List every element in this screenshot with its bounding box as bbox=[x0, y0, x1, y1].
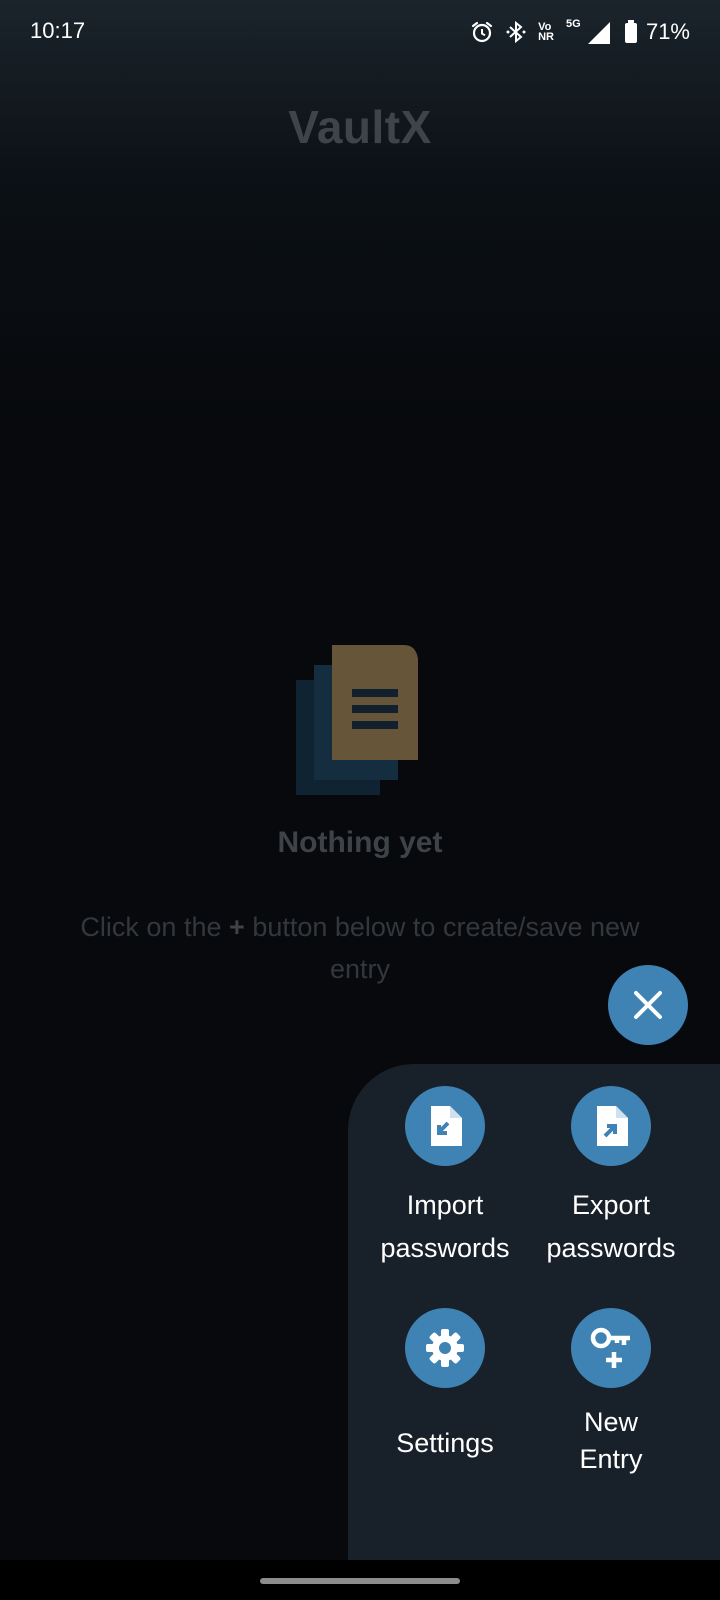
status-time: 10:17 bbox=[30, 18, 86, 43]
empty-title: Nothing yet bbox=[277, 826, 443, 859]
screen: 10:17 Vo NR 5G 71% VaultX Nothing yet Cl… bbox=[0, 0, 720, 1600]
export-button-circle[interactable] bbox=[571, 1086, 651, 1166]
import-button-circle[interactable] bbox=[405, 1086, 485, 1166]
import-passwords-button[interactable]: Import passwords bbox=[360, 1086, 530, 1270]
plus-icon: + bbox=[229, 912, 245, 942]
app-title: VaultX bbox=[288, 101, 432, 153]
volte-icon: Vo NR bbox=[538, 22, 554, 43]
home-gesture-handle[interactable] bbox=[260, 1578, 460, 1584]
status-bar: 10:17 Vo NR 5G 71% bbox=[0, 0, 720, 64]
close-icon bbox=[634, 991, 662, 1019]
navigation-bar bbox=[0, 1560, 720, 1600]
import-passwords-label: Import passwords bbox=[380, 1190, 510, 1263]
action-menu-panel: Import passwords Export passwords Settin… bbox=[348, 1064, 720, 1560]
export-passwords-label: Export passwords bbox=[546, 1190, 676, 1263]
new-entry-label: New Entry bbox=[579, 1407, 643, 1474]
new-entry-button[interactable]: New Entry bbox=[526, 1308, 696, 1478]
network-bottom-label: NR bbox=[538, 31, 554, 43]
gear-icon bbox=[426, 1329, 464, 1367]
bluetooth-icon bbox=[506, 20, 526, 44]
empty-hint-after: button below to create/save new entry bbox=[252, 912, 640, 984]
close-menu-button[interactable] bbox=[608, 965, 688, 1045]
file-import-icon bbox=[431, 1106, 462, 1146]
signal-icon: 5G bbox=[566, 17, 612, 47]
alarm-icon bbox=[471, 21, 493, 43]
settings-button-circle[interactable] bbox=[405, 1308, 485, 1388]
new-entry-button-circle[interactable] bbox=[571, 1308, 651, 1388]
file-export-icon bbox=[597, 1106, 628, 1146]
battery-percent: 71% bbox=[645, 19, 690, 44]
empty-hint: Click on the + button below to create/sa… bbox=[60, 906, 660, 990]
empty-hint-before: Click on the bbox=[80, 912, 222, 942]
settings-label: Settings bbox=[396, 1428, 494, 1458]
empty-documents-icon bbox=[296, 645, 418, 795]
settings-button[interactable]: Settings bbox=[360, 1308, 530, 1465]
battery-icon bbox=[624, 20, 637, 43]
status-icons: Vo NR 5G 71% bbox=[470, 16, 690, 48]
export-passwords-button[interactable]: Export passwords bbox=[526, 1086, 696, 1270]
key-plus-icon bbox=[590, 1327, 630, 1368]
